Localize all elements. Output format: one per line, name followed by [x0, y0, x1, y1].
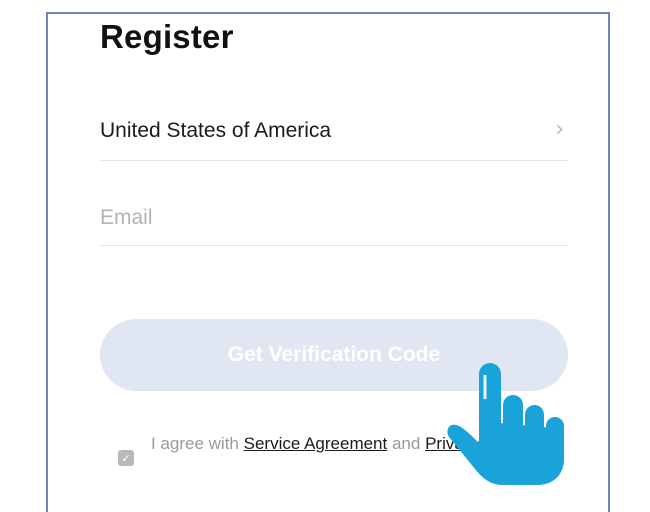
chevron-right-icon: › [555, 117, 564, 142]
register-screen: Register United States of America › Get … [46, 12, 610, 512]
page-title: Register [100, 18, 234, 55]
checkmark-icon: ✓ [121, 451, 131, 465]
country-value: United States of America [100, 119, 332, 142]
agreement-joiner: and [387, 434, 426, 453]
agreement-prefix: I agree with [151, 434, 244, 453]
agreement-checkbox[interactable]: ✓ [118, 450, 134, 466]
email-field[interactable] [100, 200, 568, 236]
pointing-hand-icon [447, 363, 564, 485]
service-agreement-link[interactable]: Service Agreement [244, 434, 388, 453]
country-selector[interactable]: United States of America › [100, 109, 568, 161]
email-field-row [100, 194, 568, 246]
